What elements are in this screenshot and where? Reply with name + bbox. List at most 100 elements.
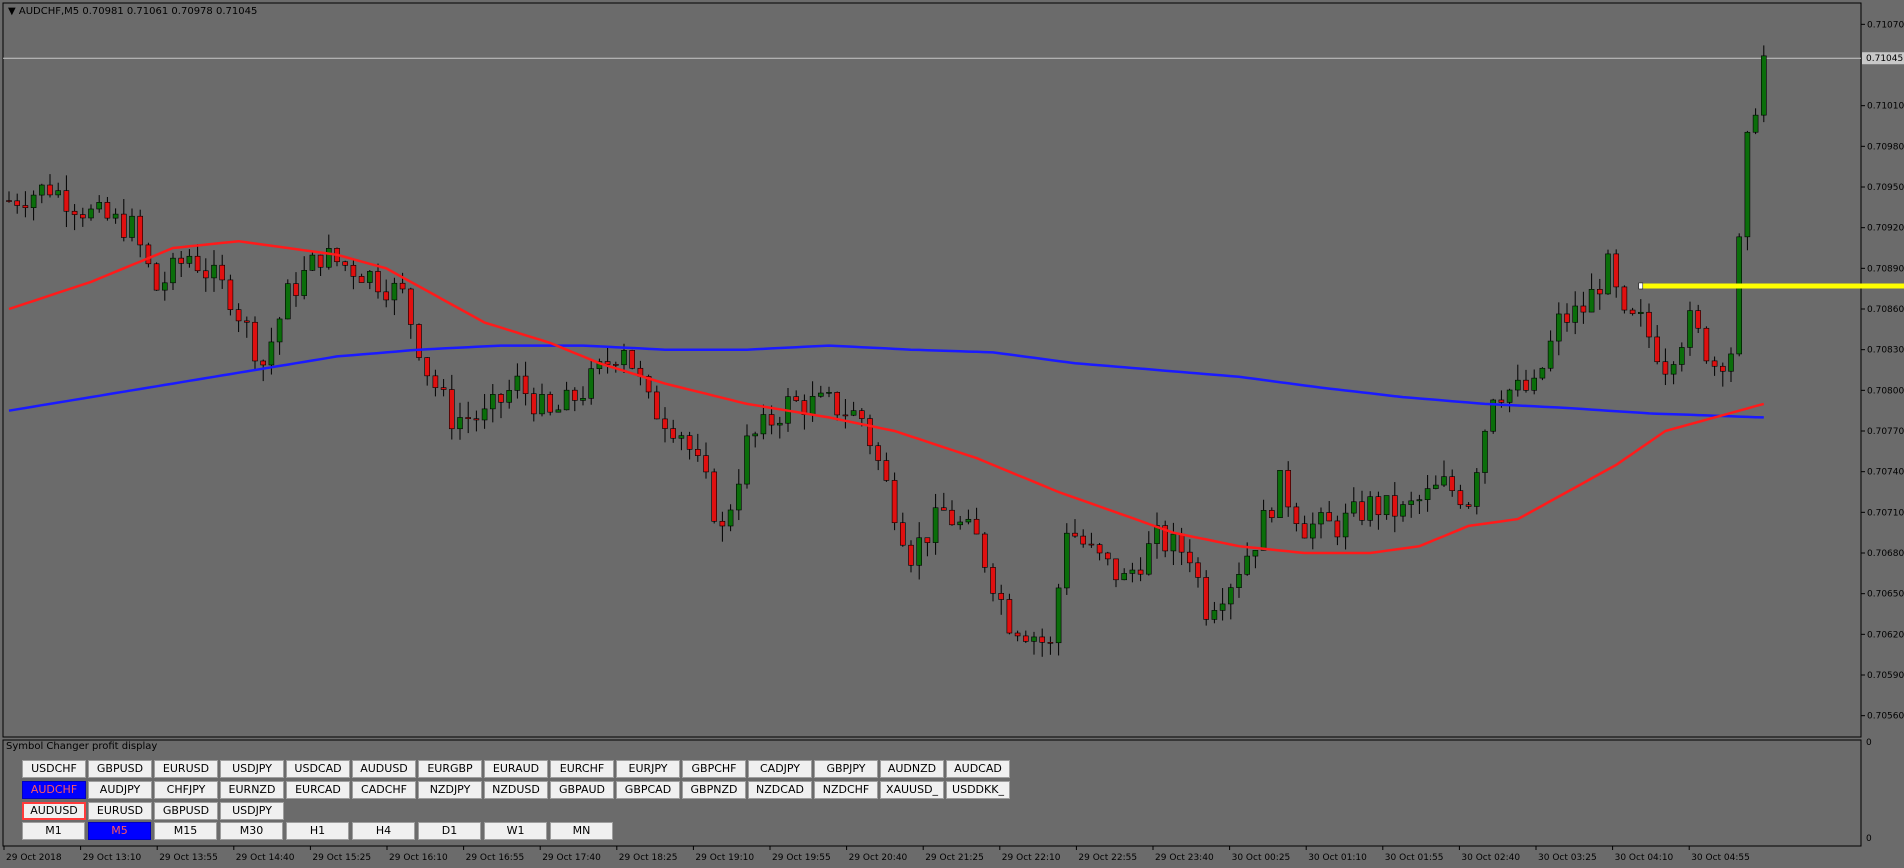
candle-body <box>1605 253 1611 295</box>
candle-body <box>752 433 759 437</box>
timeframe-button-mn[interactable]: MN <box>550 822 613 840</box>
symbol-button-gbpjpy[interactable]: GBPJPY <box>814 760 878 778</box>
subwindow-scale-bottom: 0 <box>1866 834 1872 844</box>
symbol-button-eurgbp[interactable]: EURGBP <box>418 760 482 778</box>
time-tick-label: 29 Oct 22:10 <box>1002 853 1061 863</box>
candle-body <box>260 360 267 366</box>
symbol-button-eurusd[interactable]: EURUSD <box>154 760 218 778</box>
symbol-button-nzdcad[interactable]: NZDCAD <box>748 781 812 799</box>
candle <box>547 391 554 416</box>
symbol-button-usdjpy[interactable]: USDJPY <box>220 802 284 820</box>
candle-body <box>317 254 324 268</box>
price-chart[interactable]: 0.71070 0.71010 0.70980 0.70950 0.70920 0.708… <box>0 0 1904 868</box>
candle <box>284 279 291 320</box>
collapse-triangle-icon: ▼ <box>8 6 19 17</box>
candle-body <box>694 449 701 456</box>
current-price-label: 0.71045 <box>1866 54 1903 64</box>
symbol-button-euraud[interactable]: EURAUD <box>484 760 548 778</box>
candle-body <box>1285 470 1291 508</box>
symbol-button-gbpusd[interactable]: GBPUSD <box>154 802 218 820</box>
symbol-button-audcad[interactable]: AUDCAD <box>946 760 1010 778</box>
candle-body <box>162 282 168 291</box>
symbol-button-xauusd[interactable]: XAUUSD_ <box>880 781 944 799</box>
candle-body <box>588 368 595 399</box>
candle-body <box>145 244 152 265</box>
timeframe-button-w1[interactable]: W1 <box>484 822 547 840</box>
symbol-button-eurnzd[interactable]: EURNZD <box>220 781 284 799</box>
candle-body <box>14 200 20 206</box>
time-tick-label: 29 Oct 18:25 <box>619 853 678 863</box>
candle-body <box>686 435 693 450</box>
symbol-button-gbpchf[interactable]: GBPCHF <box>682 760 746 778</box>
candle-body <box>244 320 250 323</box>
symbol-changer-title: Symbol Changer profit display <box>6 741 158 752</box>
price-tick-label: 0.70620 <box>1867 630 1904 640</box>
candle-body <box>219 264 225 281</box>
candle-body <box>1515 379 1521 391</box>
candle-body <box>1597 289 1603 295</box>
symbol-button-nzdjpy[interactable]: NZDJPY <box>418 781 482 799</box>
timeframe-button-m15[interactable]: M15 <box>154 822 217 840</box>
timeframe-button-m30[interactable]: M30 <box>220 822 283 840</box>
timeframe-button-m1[interactable]: M1 <box>22 822 85 840</box>
symbol-button-audchf[interactable]: AUDCHF <box>22 781 86 799</box>
candle-body <box>1638 311 1644 314</box>
candle-body <box>407 288 414 325</box>
symbol-button-eurusd[interactable]: EURUSD <box>88 802 152 820</box>
symbol-button-gbpcad[interactable]: GBPCAD <box>616 781 680 799</box>
candle-body <box>1351 501 1357 514</box>
candle-body <box>1080 535 1086 545</box>
candle-body <box>1072 532 1078 537</box>
candle-body <box>1334 520 1341 538</box>
symbol-button-audusd[interactable]: AUDUSD <box>352 760 416 778</box>
symbol-button-gbpnzd[interactable]: GBPNZD <box>682 781 746 799</box>
candle-body <box>1137 569 1144 575</box>
level-start-handle[interactable] <box>1638 282 1644 290</box>
timeframe-button-h4[interactable]: H4 <box>352 822 415 840</box>
symbol-button-audjpy[interactable]: AUDJPY <box>88 781 152 799</box>
candle-body <box>1326 512 1332 522</box>
symbol-title: AUDCHF,M5 <box>19 6 79 17</box>
candle-body <box>71 210 78 215</box>
symbol-button-usdjpy[interactable]: USDJPY <box>220 760 284 778</box>
timeframe-button-d1[interactable]: D1 <box>418 822 481 840</box>
candle-body <box>399 282 406 290</box>
symbol-button-usdcad[interactable]: USDCAD <box>286 760 350 778</box>
candle <box>1703 326 1710 364</box>
candle <box>1277 470 1283 519</box>
symbol-button-usdchf[interactable]: USDCHF <box>22 760 86 778</box>
candle-body <box>1506 389 1513 403</box>
candle-body <box>1301 523 1308 539</box>
time-tick-label: 29 Oct 2018 <box>6 853 62 863</box>
symbol-button-usddkk[interactable]: USDDKK_ <box>946 781 1010 799</box>
symbol-button-cadchf[interactable]: CADCHF <box>352 781 416 799</box>
candle-body <box>465 417 472 419</box>
candle-body <box>612 364 619 366</box>
symbol-button-audusd[interactable]: AUDUSD <box>22 802 86 820</box>
candle-body <box>1441 476 1447 486</box>
timeframe-button-h1[interactable]: H1 <box>286 822 349 840</box>
candle-body <box>1170 533 1177 552</box>
candle-body <box>1187 551 1193 564</box>
candle-body <box>793 396 800 401</box>
candle-body <box>448 389 455 430</box>
candle-body <box>137 215 143 246</box>
candle-body <box>1400 504 1406 517</box>
symbol-button-gbpaud[interactable]: GBPAUD <box>550 781 614 799</box>
symbol-button-gbpusd[interactable]: GBPUSD <box>88 760 152 778</box>
time-tick-label: 30 Oct 01:55 <box>1385 853 1444 863</box>
candle-body <box>1146 543 1152 575</box>
symbol-button-chfjpy[interactable]: CHFJPY <box>154 781 218 799</box>
candle-body <box>1269 510 1275 518</box>
candle <box>309 252 316 271</box>
symbol-button-eurcad[interactable]: EURCAD <box>286 781 350 799</box>
symbol-button-eurchf[interactable]: EURCHF <box>550 760 614 778</box>
symbol-button-nzdusd[interactable]: NZDUSD <box>484 781 548 799</box>
candle-body <box>1392 495 1398 517</box>
symbol-button-eurjpy[interactable]: EURJPY <box>616 760 680 778</box>
symbol-button-nzdchf[interactable]: NZDCHF <box>814 781 878 799</box>
candle-body <box>1113 558 1119 581</box>
timeframe-button-m5[interactable]: M5 <box>88 822 151 840</box>
symbol-button-audnzd[interactable]: AUDNZD <box>880 760 944 778</box>
symbol-button-cadjpy[interactable]: CADJPY <box>748 760 812 778</box>
